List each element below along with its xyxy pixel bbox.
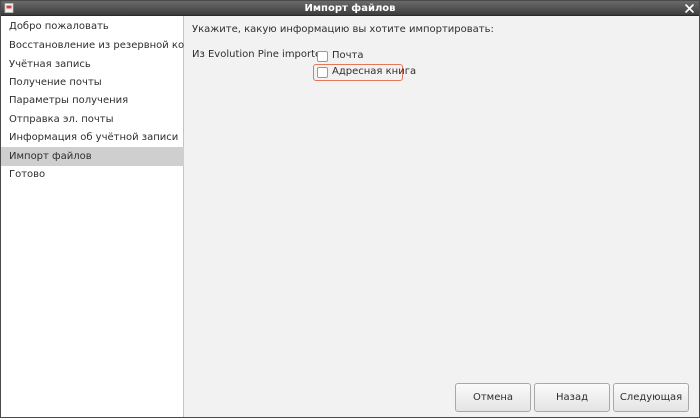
back-button[interactable]: Назад [534, 383, 610, 412]
address-book-option[interactable]: Адресная книга [317, 64, 416, 80]
main-panel: Укажите, какую информацию вы хотите импо… [185, 16, 699, 417]
next-button[interactable]: Следующая [613, 383, 689, 412]
sidebar-item-account-info[interactable]: Информация об учётной записи [1, 128, 184, 147]
titlebar[interactable]: Импорт файлов [1, 1, 699, 16]
sidebar-item-import-files[interactable]: Импорт файлов [1, 147, 184, 166]
sidebar-item-done[interactable]: Готово [1, 165, 184, 184]
mail-checkbox[interactable] [317, 50, 328, 62]
sidebar-item-restore-backup[interactable]: Восстановление из резервной копии [1, 36, 204, 55]
page-heading: Укажите, какую информацию вы хотите импо… [192, 24, 494, 35]
sidebar-item-sending-email[interactable]: Отправка эл. почты [1, 110, 184, 129]
sidebar-item-receiving-email[interactable]: Получение почты [1, 73, 184, 92]
mail-option[interactable]: Почта [317, 48, 364, 64]
mail-option-label: Почта [332, 50, 364, 61]
address-book-option-label: Адресная книга [332, 66, 417, 77]
sidebar-item-welcome[interactable]: Добро пожаловать [1, 17, 184, 36]
address-book-checkbox[interactable] [317, 66, 328, 78]
cancel-button[interactable]: Отмена [455, 383, 531, 412]
sidebar: Добро пожаловать Восстановление из резер… [1, 16, 204, 417]
window-title: Импорт файлов [304, 3, 396, 14]
importer-label: Из Evolution Pine importer: [192, 49, 329, 60]
sidebar-item-identity[interactable]: Учётная запись [1, 55, 184, 74]
close-icon[interactable] [684, 3, 695, 14]
sidebar-item-receiving-options[interactable]: Параметры получения [1, 91, 184, 110]
assistant-window: Импорт файлов Добро пожаловать Восстанов… [0, 0, 700, 418]
